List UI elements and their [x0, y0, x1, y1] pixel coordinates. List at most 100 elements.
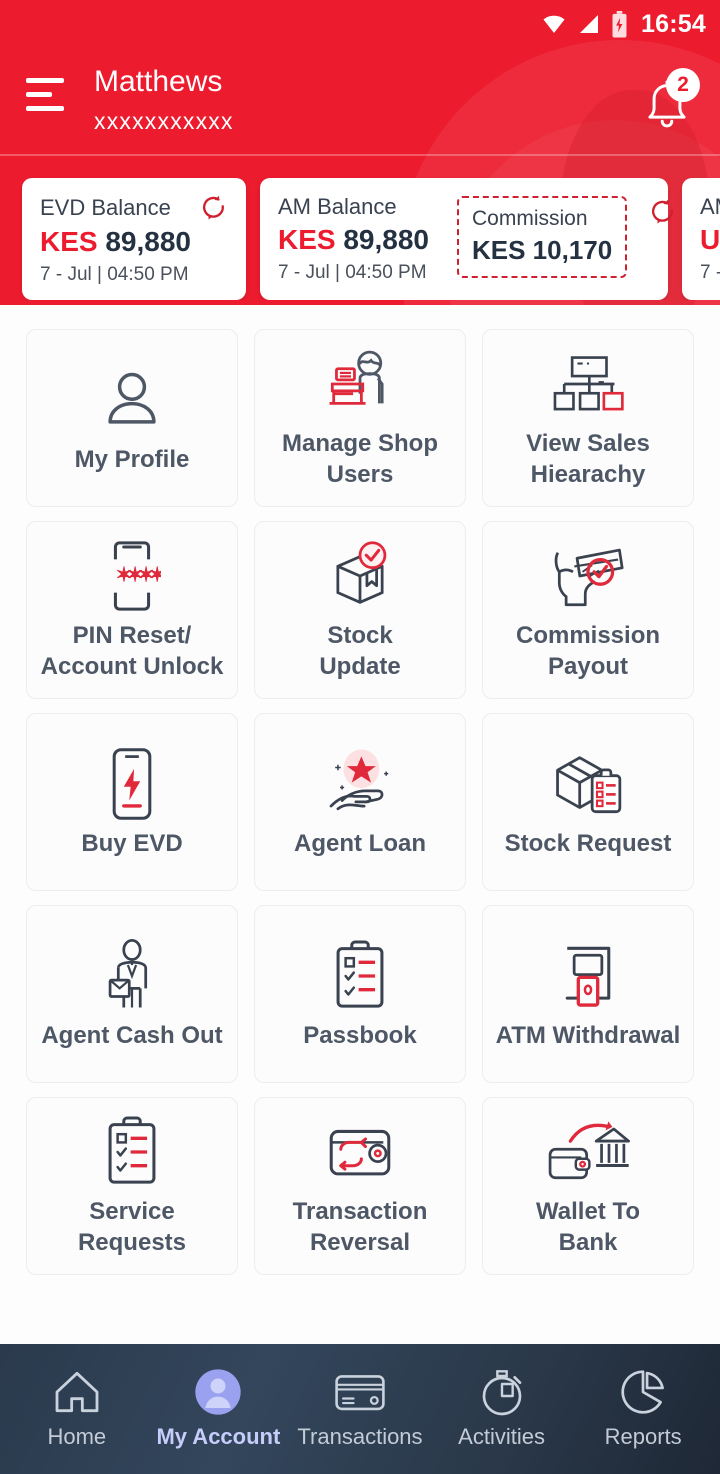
balance-timestamp: 7 - — [700, 262, 720, 283]
org-chart-icon — [551, 346, 625, 422]
status-bar-clock: 16:54 — [641, 9, 706, 38]
commission-box[interactable]: Commission KES 10,170 — [457, 196, 628, 278]
tile-label: My Profile — [74, 445, 190, 473]
nav-item-transactions[interactable]: Transactions — [290, 1368, 430, 1450]
hand-cash-check-icon — [547, 538, 629, 614]
tile-view-sales-hierarchy[interactable]: View Sales Hiearachy — [482, 329, 694, 507]
tile-label: PIN Reset/ Account Unlock — [40, 622, 224, 680]
balance-currency: US — [700, 224, 720, 255]
tile-passbook[interactable]: Passbook — [254, 905, 466, 1083]
tile-manage-shop-users[interactable]: Manage Shop Users — [254, 329, 466, 507]
tile-label: Buy EVD — [81, 829, 183, 857]
account-avatar-icon — [194, 1368, 242, 1416]
tile-stock-request[interactable]: Stock Request — [482, 713, 694, 891]
tile-label: Agent Cash Out — [41, 1021, 223, 1049]
balance-card-am-usd-partial[interactable]: AM US 7 - — [682, 178, 720, 300]
balance-timestamp: 7 - Jul | 04:50 PM — [278, 262, 427, 283]
tile-service-requests[interactable]: Service Requests — [26, 1097, 238, 1275]
tile-label: Agent Loan — [294, 829, 426, 857]
nav-label: Transactions — [297, 1424, 423, 1449]
balance-value: 89,880 — [105, 226, 191, 257]
tile-label: View Sales Hiearachy — [526, 430, 650, 488]
notification-count-badge: 2 — [666, 68, 700, 102]
refresh-icon[interactable] — [200, 194, 228, 222]
atm-machine-icon — [556, 938, 620, 1014]
wallet-to-bank-icon — [546, 1114, 630, 1190]
clipboard-list-icon — [101, 1114, 163, 1190]
phone-pin-icon: ✶ ✶ ✶ ✶ — [103, 538, 161, 614]
balance-amount: KES 89,880 — [40, 226, 228, 258]
nav-item-reports[interactable]: Reports — [573, 1368, 713, 1450]
hand-star-icon — [320, 746, 400, 822]
nav-item-home[interactable]: Home — [7, 1368, 147, 1450]
app-header: 16:54 Matthews xxxxxxxxxxx 2 EVD Balance — [0, 0, 720, 305]
balance-label: EVD Balance — [40, 195, 171, 220]
svg-text:✶: ✶ — [149, 564, 161, 587]
credit-card-icon — [334, 1368, 386, 1416]
box-check-icon — [324, 538, 396, 614]
balance-timestamp: 7 - Jul | 04:50 PM — [40, 264, 189, 285]
tile-label: Commission Payout — [515, 622, 661, 680]
commission-amount: KES 10,170 — [472, 235, 613, 265]
box-clipboard-icon — [549, 746, 627, 822]
nav-item-activities[interactable]: Activities — [432, 1368, 572, 1450]
bottom-navigation-bar: Home My Account Transactions Activities … — [0, 1344, 720, 1474]
tile-label: Stock Request — [504, 829, 672, 857]
header-user-info: Matthews xxxxxxxxxxx — [94, 62, 636, 138]
balance-currency: KES — [40, 226, 98, 257]
agent-msisdn: xxxxxxxxxxx — [94, 108, 234, 134]
balance-card-am[interactable]: AM Balance KES 89,880 7 - Jul | 04:50 PM… — [260, 178, 674, 300]
tile-label: ATM Withdrawal — [495, 1021, 681, 1049]
clipboard-list-icon — [329, 938, 391, 1014]
tile-label: Passbook — [303, 1021, 417, 1049]
tile-agent-loan[interactable]: Agent Loan — [254, 713, 466, 891]
nav-label: My Account — [156, 1424, 281, 1449]
wifi-icon — [543, 15, 565, 34]
balance-label: AM Balance — [278, 194, 397, 219]
nav-label: Home — [47, 1424, 107, 1449]
hamburger-menu-icon[interactable] — [26, 78, 68, 111]
tile-label: Manage Shop Users — [281, 430, 438, 488]
user-profile-icon — [97, 362, 167, 438]
tile-label: Transaction Reversal — [292, 1198, 428, 1256]
balance-amount: US — [700, 224, 720, 256]
stopwatch-icon — [479, 1368, 525, 1416]
tile-pin-reset-account-unlock[interactable]: ✶ ✶ ✶ ✶ PIN Reset/ Account Unlock — [26, 521, 238, 699]
shop-cashier-icon — [321, 346, 399, 422]
balance-amount: KES 89,880 — [278, 224, 429, 256]
tile-commission-payout[interactable]: Commission Payout — [482, 521, 694, 699]
tile-agent-cash-out[interactable]: Agent Cash Out — [26, 905, 238, 1083]
pie-chart-icon — [620, 1368, 666, 1416]
notification-button[interactable]: 2 — [636, 68, 700, 136]
tile-transaction-reversal[interactable]: Transaction Reversal — [254, 1097, 466, 1275]
tile-atm-withdrawal[interactable]: ATM Withdrawal — [482, 905, 694, 1083]
battery-charging-icon — [612, 10, 627, 37]
balance-cards-carousel[interactable]: EVD Balance KES 89,880 7 - Jul | 04:50 P… — [0, 156, 720, 300]
header-title-row: Matthews xxxxxxxxxxx 2 — [0, 48, 720, 148]
tile-label: Stock Update — [319, 622, 401, 680]
signal-icon — [580, 15, 599, 33]
tile-stock-update[interactable]: Stock Update — [254, 521, 466, 699]
tile-label: Service Requests — [77, 1198, 187, 1256]
nav-item-my-account[interactable]: My Account — [148, 1368, 288, 1450]
nav-label: Reports — [604, 1424, 682, 1449]
tile-buy-evd[interactable]: Buy EVD — [26, 713, 238, 891]
wallet-reverse-icon — [323, 1114, 397, 1190]
balance-value: 89,880 — [343, 224, 429, 255]
balance-card-evd[interactable]: EVD Balance KES 89,880 7 - Jul | 04:50 P… — [22, 178, 246, 300]
home-icon — [53, 1368, 101, 1416]
tile-my-profile[interactable]: My Profile — [26, 329, 238, 507]
phone-bolt-icon — [104, 746, 160, 822]
refresh-icon[interactable] — [649, 198, 677, 226]
tile-wallet-to-bank[interactable]: Wallet To Bank — [482, 1097, 694, 1275]
balance-currency: KES — [278, 224, 336, 255]
refresh-button-am[interactable] — [649, 198, 677, 231]
agent-name: Matthews — [94, 65, 223, 98]
nav-label: Activities — [458, 1424, 545, 1449]
menu-grid: My Profile Manage Shop Users View Sales … — [0, 305, 720, 1275]
balance-label: AM — [700, 194, 720, 219]
status-bar: 16:54 — [0, 0, 720, 48]
tile-label: Wallet To Bank — [536, 1198, 640, 1256]
agent-person-icon — [103, 938, 161, 1014]
commission-label: Commission — [472, 207, 588, 230]
